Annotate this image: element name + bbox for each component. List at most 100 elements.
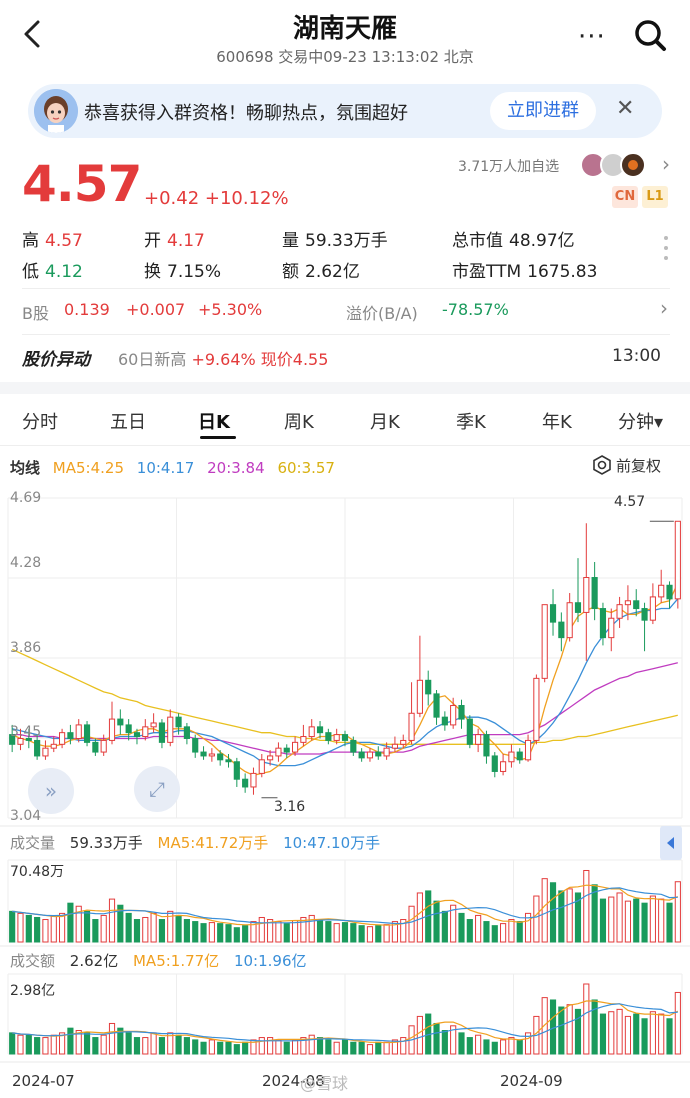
volume-bar bbox=[491, 925, 498, 943]
amount-bar bbox=[566, 1004, 573, 1055]
tab-daily-k[interactable]: 日K bbox=[198, 408, 230, 434]
more-menu-icon[interactable]: ··· bbox=[578, 22, 606, 52]
volume-bar bbox=[142, 916, 149, 943]
banner-text: 恭喜获得入群资格！畅聊热点，氛围超好 bbox=[84, 103, 408, 124]
price-axis-tick: 3.45 bbox=[10, 724, 42, 740]
more-stats-icon[interactable] bbox=[664, 236, 670, 266]
candle-up bbox=[566, 602, 573, 639]
volume-bar bbox=[566, 888, 573, 943]
volume-bar bbox=[217, 923, 224, 943]
candle-up bbox=[674, 520, 681, 600]
b-share-pct: +5.30% bbox=[198, 300, 263, 319]
candle-down bbox=[233, 761, 240, 780]
volume-bar bbox=[183, 919, 190, 943]
candle-down bbox=[466, 718, 473, 745]
chevron-right-icon[interactable]: › bbox=[660, 296, 668, 320]
collapse-panel-button[interactable] bbox=[660, 826, 682, 860]
amount-bar bbox=[67, 1027, 74, 1055]
candle-down bbox=[225, 759, 232, 763]
amount-bar bbox=[500, 1039, 507, 1055]
volume-bar bbox=[658, 898, 665, 943]
volume-bar bbox=[383, 924, 390, 943]
settings-icon bbox=[593, 455, 611, 475]
candle-down bbox=[433, 693, 440, 718]
amount-bar bbox=[358, 1041, 365, 1055]
candle-down bbox=[458, 705, 465, 720]
volume-bar bbox=[416, 892, 423, 943]
candle-up bbox=[450, 705, 457, 726]
tab-monthly-k[interactable]: 月K bbox=[370, 408, 400, 434]
b-share-price: 0.139 bbox=[64, 300, 110, 319]
followers-count[interactable]: 3.71万人加自选 bbox=[458, 156, 559, 176]
candle-up bbox=[291, 741, 299, 753]
amount-bar bbox=[599, 1013, 607, 1055]
amount-bar bbox=[508, 1037, 515, 1055]
volume-bar bbox=[366, 926, 374, 943]
price-change: +0.42 +10.12% bbox=[144, 188, 289, 209]
tab-quarterly-k[interactable]: 季K bbox=[456, 408, 486, 434]
amount-legend: 成交额 2.62亿 MA5:1.77亿 10:1.96亿 bbox=[10, 952, 307, 970]
join-group-button[interactable]: 立即进群 bbox=[490, 92, 596, 130]
amount-bar bbox=[25, 1034, 32, 1055]
tab-five-day[interactable]: 五日 bbox=[110, 408, 146, 434]
ma5-value: MA5:4.25 bbox=[52, 459, 124, 477]
amount-bar bbox=[325, 1039, 332, 1055]
volume-bar bbox=[558, 890, 565, 943]
amount-bar bbox=[624, 1015, 631, 1055]
tab-minute[interactable]: 分钟▾ bbox=[618, 408, 663, 434]
chevron-right-icon[interactable]: › bbox=[662, 152, 670, 176]
volume-bar bbox=[192, 921, 199, 943]
candle-down bbox=[375, 751, 382, 757]
candle-down bbox=[217, 753, 224, 761]
tab-intraday[interactable]: 分时 bbox=[22, 408, 58, 434]
candle-down bbox=[425, 679, 432, 695]
amount-bar bbox=[92, 1037, 99, 1055]
volume-bar bbox=[549, 882, 557, 943]
amount-bar bbox=[316, 1037, 324, 1055]
search-icon[interactable] bbox=[632, 17, 668, 53]
ma10-value: 10:4.17 bbox=[136, 459, 195, 477]
amount-bar bbox=[433, 1022, 440, 1055]
high-annotation: 4.57 bbox=[614, 494, 646, 510]
amount-bar bbox=[333, 1041, 340, 1055]
candle-up bbox=[624, 600, 631, 606]
candle-up bbox=[258, 759, 265, 774]
volume-bar bbox=[333, 923, 340, 943]
amount-bar bbox=[108, 1022, 116, 1055]
kline-chart[interactable] bbox=[0, 480, 690, 1098]
watermark: @雪球 bbox=[300, 1074, 349, 1093]
expand-left-button[interactable]: » bbox=[28, 768, 74, 814]
volume-bar bbox=[108, 898, 116, 943]
candle-down bbox=[341, 734, 349, 741]
volume-bar bbox=[533, 895, 540, 943]
volume-bar bbox=[641, 902, 648, 943]
price-adjust-toggle[interactable]: 前复权 bbox=[592, 455, 661, 476]
volume-bar bbox=[92, 919, 99, 943]
volume-bar bbox=[34, 916, 41, 943]
volume-bar bbox=[500, 923, 507, 943]
tab-weekly-k[interactable]: 周K bbox=[284, 408, 314, 434]
amount-bar bbox=[192, 1039, 199, 1055]
candle-down bbox=[641, 608, 648, 621]
amount-bar bbox=[441, 1030, 448, 1055]
b-share-label[interactable]: B股 bbox=[22, 300, 49, 324]
stat-volume: 量 59.33万手 bbox=[282, 231, 388, 251]
follower-avatars[interactable] bbox=[580, 152, 652, 178]
price-movement-title[interactable]: 股价异动 bbox=[22, 345, 90, 370]
amount-bar bbox=[183, 1037, 190, 1055]
volume-bar bbox=[616, 892, 623, 943]
tab-yearly-k[interactable]: 年K bbox=[542, 408, 572, 434]
candle-down bbox=[67, 732, 74, 739]
candle-up bbox=[333, 734, 340, 741]
price-movement-time: 13:00 bbox=[612, 346, 661, 366]
fullscreen-button[interactable]: ⤢ bbox=[134, 766, 180, 812]
candle-up bbox=[150, 722, 157, 728]
stat-market-cap: 总市值 48.97亿 bbox=[452, 231, 575, 251]
amount-bar bbox=[633, 1013, 640, 1055]
ma20-value: 20:3.84 bbox=[207, 459, 265, 477]
x-axis-tick: 2024-09 bbox=[500, 1072, 563, 1090]
amount-bar bbox=[416, 1015, 423, 1055]
candle-down bbox=[591, 577, 598, 610]
close-icon[interactable]: ✕ bbox=[616, 96, 634, 121]
amount-bar bbox=[458, 1032, 465, 1055]
